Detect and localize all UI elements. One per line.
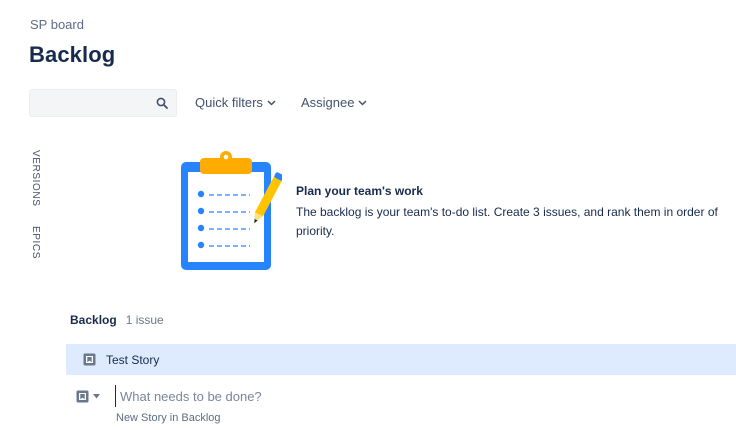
search-input[interactable] xyxy=(30,90,150,116)
page-title: Backlog xyxy=(29,42,116,67)
side-tab-epics[interactable]: EPICS xyxy=(30,226,41,259)
create-issue-input[interactable] xyxy=(115,385,415,407)
story-icon xyxy=(76,390,89,402)
quick-filters-label: Quick filters xyxy=(195,95,263,110)
assignee-label: Assignee xyxy=(301,95,355,110)
issue-row[interactable]: Test Story xyxy=(66,344,736,375)
backlog-issue-count: 1 issue xyxy=(125,313,164,327)
backlog-header: Backlog 1 issue xyxy=(70,313,164,327)
breadcrumb[interactable]: SP board xyxy=(30,17,84,32)
search-icon[interactable] xyxy=(156,97,168,109)
quick-filters-dropdown[interactable]: Quick filters xyxy=(195,95,276,110)
caret-down-icon xyxy=(93,393,100,398)
backlog-title: Backlog xyxy=(70,313,117,327)
story-icon xyxy=(83,353,96,366)
side-tab-versions[interactable]: VERSIONS xyxy=(30,150,41,206)
clipboard-pencil-illustration xyxy=(181,151,282,270)
create-issue-hint: New Story in Backlog xyxy=(116,412,221,424)
search-box[interactable] xyxy=(29,89,177,117)
create-issue-row: New Story in Backlog xyxy=(66,380,736,430)
empty-state-title: Plan your team's work xyxy=(296,184,423,198)
chevron-down-icon xyxy=(358,99,368,106)
chevron-down-icon xyxy=(267,99,276,106)
assignee-dropdown[interactable]: Assignee xyxy=(301,95,368,110)
issue-name: Test Story xyxy=(106,353,160,367)
empty-state-description: The backlog is your team's to-do list. C… xyxy=(296,205,718,238)
issue-type-picker[interactable] xyxy=(76,388,110,404)
